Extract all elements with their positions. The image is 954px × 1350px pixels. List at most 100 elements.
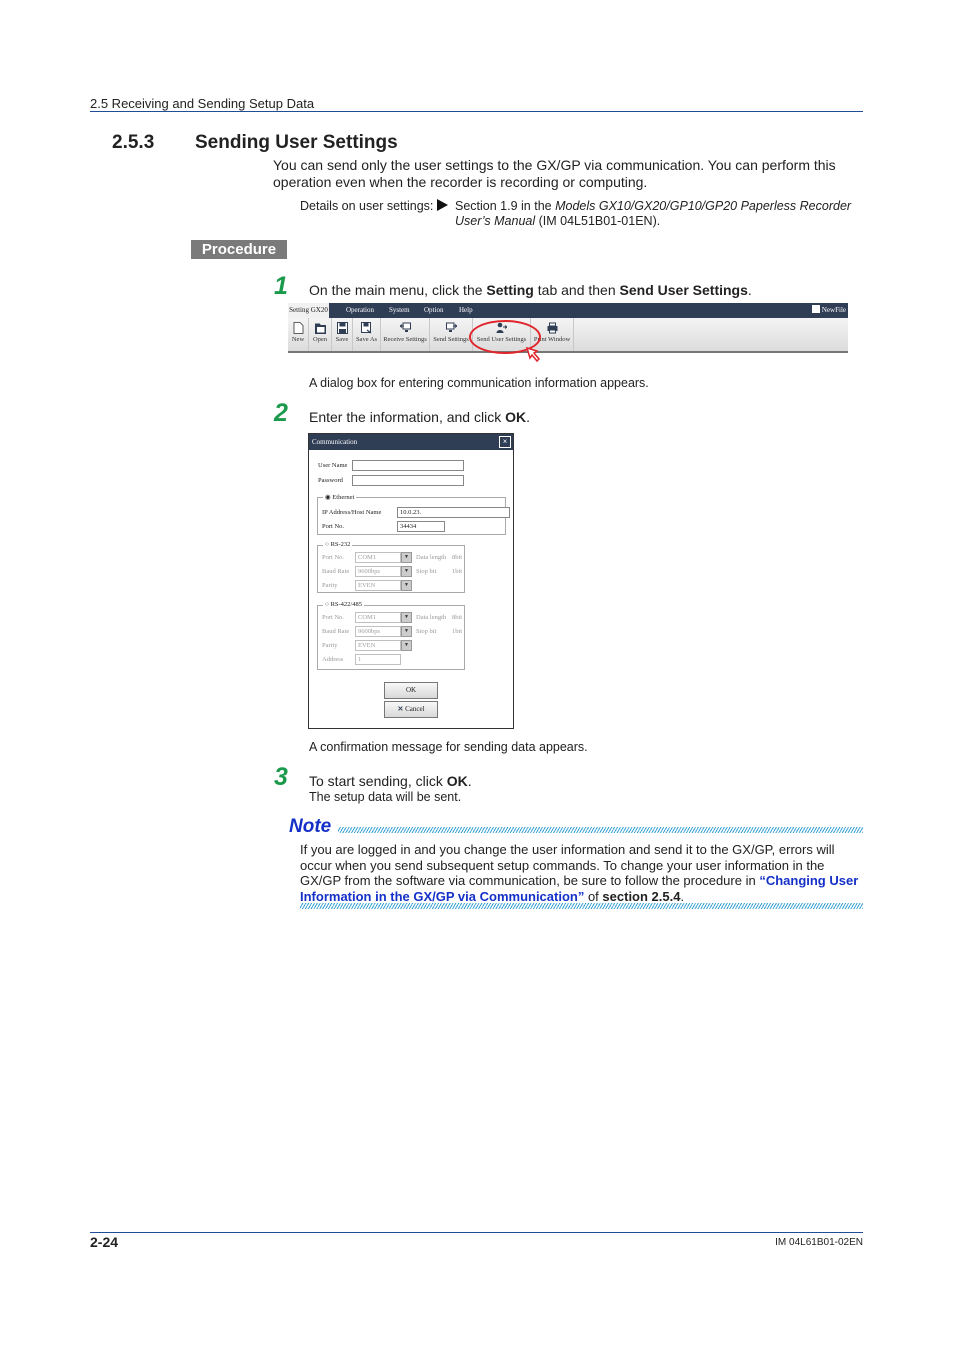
menu-bar: Setting GX20 Operation System Option Hel…: [288, 303, 848, 318]
ethernet-radio[interactable]: ◉ Ethernet: [323, 493, 357, 501]
header-rule: [90, 111, 863, 112]
password-field[interactable]: [352, 475, 464, 486]
button-label: Open: [312, 336, 328, 343]
section-title: Sending User Settings: [195, 132, 398, 153]
open-button[interactable]: Open: [309, 318, 332, 351]
chevron-down-icon[interactable]: ▼: [401, 552, 412, 563]
step-text: tab and then: [533, 282, 620, 298]
step-text: To start sending, click: [309, 773, 447, 789]
cancel-button[interactable]: ✕ Cancel: [384, 701, 438, 718]
rs232-baud-label: Baud Rate: [322, 568, 350, 575]
step-3-number: 3: [274, 763, 288, 791]
chevron-down-icon[interactable]: ▼: [401, 580, 412, 591]
step-1-result: A dialog box for entering communication …: [309, 376, 649, 390]
tab-setting[interactable]: Setting GX20: [288, 303, 329, 318]
tab-help[interactable]: Help: [459, 303, 473, 318]
rs422-label: RS-422/485: [330, 601, 362, 608]
chevron-down-icon[interactable]: ▼: [401, 612, 412, 623]
note-body: .: [680, 888, 685, 904]
intro-paragraph: You can send only the user settings to t…: [273, 157, 836, 190]
ip-address-field[interactable]: 10.0.23.: [397, 507, 510, 518]
rs422-baud-select[interactable]: 9600bps: [355, 626, 401, 637]
rs422-port-label: Port No.: [322, 614, 345, 621]
address-field[interactable]: 1: [355, 654, 401, 665]
rs232-radio[interactable]: ○ RS-232: [323, 541, 353, 548]
pointer-arrow-icon: [525, 346, 541, 363]
ok-button[interactable]: OK: [384, 682, 438, 699]
rs232-parity-label: Parity: [322, 582, 338, 589]
page-number: 2-24: [90, 1234, 119, 1250]
footer-rule: [90, 1232, 863, 1233]
step-text: .: [467, 773, 472, 789]
step-3-result: The setup data will be sent.: [309, 790, 462, 804]
save-icon: [336, 322, 348, 334]
folder-open-icon: [314, 323, 326, 334]
chevron-down-icon[interactable]: ▼: [401, 626, 412, 637]
newfile-indicator: NewFile: [811, 303, 846, 318]
rs422-port-select[interactable]: COM1: [355, 612, 401, 623]
step-text: On the main menu, click the: [309, 282, 487, 298]
data-length-value: 8bit: [452, 554, 463, 561]
data-length-label: Data length: [416, 554, 447, 561]
note-hatch-bottom: [300, 903, 863, 909]
step-text: .: [526, 409, 530, 425]
rs232-port-select[interactable]: COM1: [355, 552, 401, 563]
user-name-label: User Name: [318, 462, 348, 469]
receive-settings-icon: [399, 322, 411, 332]
rs422-parity-label: Parity: [322, 642, 338, 649]
section-number: 2.5.3: [112, 132, 155, 153]
send-settings-button[interactable]: Send Settings: [430, 318, 473, 351]
save-as-button[interactable]: Save As: [353, 318, 381, 351]
tab-operation[interactable]: Operation: [346, 303, 374, 318]
cancel-label: Cancel: [405, 705, 425, 713]
rs422-baud-label: Baud Rate: [322, 628, 350, 635]
button-label: Save As: [355, 336, 378, 343]
step-2-number: 2: [274, 399, 288, 427]
data-length-label: Data length: [416, 614, 447, 621]
step-1-number: 1: [274, 272, 288, 300]
reference-note: Details on user settings: Section 1.9 in…: [300, 199, 870, 228]
note-body: If you are logged in and you change the …: [300, 842, 835, 888]
data-length-value: 8bit: [452, 614, 463, 621]
user-name-field[interactable]: [352, 460, 464, 471]
tab-system[interactable]: System: [389, 303, 410, 318]
close-x-icon: ✕: [397, 705, 404, 713]
ethernet-label: Ethernet: [332, 494, 355, 501]
rs422-radio[interactable]: ○ RS-422/485: [323, 601, 364, 608]
toolbar-screenshot: Setting GX20 Operation System Option Hel…: [288, 303, 848, 353]
button-label: Send Settings: [433, 336, 469, 343]
chevron-down-icon[interactable]: ▼: [401, 640, 412, 651]
ethernet-group: ◉ Ethernet IP Address/Host Name 10.0.23.…: [317, 493, 510, 535]
rs232-group: ○ RS-232 Port No. COM1 ▼ Data length 8bi…: [317, 541, 465, 593]
stop-bit-value: 1bit: [452, 568, 463, 575]
step-bold: Setting: [486, 282, 534, 298]
note-text: If you are logged in and you change the …: [300, 842, 865, 904]
document-id: IM 04L61B01-02EN: [775, 1237, 863, 1248]
step-text: Enter the information, and click: [309, 409, 506, 425]
printer-icon: [547, 322, 557, 334]
new-file-icon: [293, 322, 303, 334]
receive-settings-button[interactable]: Receive Settings: [381, 318, 430, 351]
reference-text: Section 1.9 in the Models GX10/GX20/GP10…: [455, 199, 875, 229]
rs422-parity-select[interactable]: EVEN: [355, 640, 401, 651]
step-bold: Send User Settings: [619, 282, 748, 298]
password-label: Password: [318, 477, 343, 484]
rs232-port-label: Port No.: [322, 554, 345, 561]
note-hatch-top: [338, 827, 863, 833]
radio-unselected-icon: ○: [325, 601, 329, 608]
rs232-baud-select[interactable]: 9600bps: [355, 566, 401, 577]
save-button[interactable]: Save: [332, 318, 353, 351]
close-icon[interactable]: ×: [499, 436, 511, 448]
rs232-parity-select[interactable]: EVEN: [355, 580, 401, 591]
radio-unselected-icon: ○: [325, 541, 329, 548]
port-field[interactable]: 34434: [397, 521, 445, 532]
tab-option[interactable]: Option: [424, 303, 443, 318]
step-text: .: [747, 282, 752, 298]
chevron-down-icon[interactable]: ▼: [401, 566, 412, 577]
step-3-instruction: To start sending, click OK.: [309, 773, 472, 789]
step-2-instruction: Enter the information, and click OK.: [309, 409, 530, 425]
reference-arrow-icon: [437, 199, 449, 211]
new-button[interactable]: New: [288, 318, 309, 351]
file-icon: [811, 305, 820, 313]
stop-bit-label: Stop bit: [416, 568, 437, 575]
